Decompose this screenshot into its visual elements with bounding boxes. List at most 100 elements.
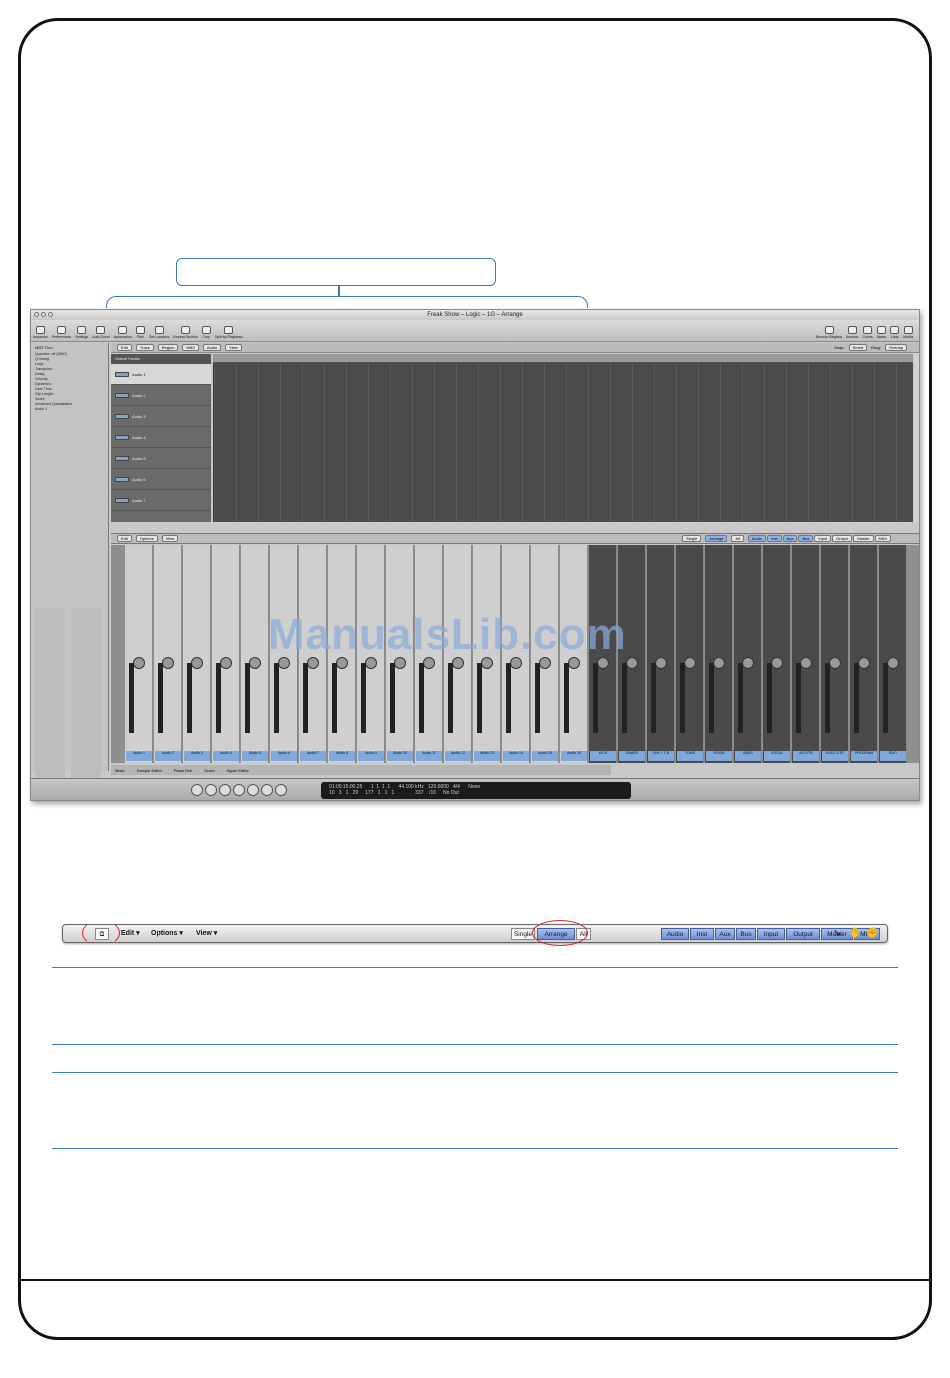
mixer-filter-button[interactable]: Master [853,535,874,542]
toolbar-button[interactable]: Flex [135,326,145,339]
volume-fader[interactable] [361,663,366,733]
pan-knob[interactable] [742,657,754,669]
track-header[interactable]: Audio 3 [111,406,211,427]
fast-forward-button[interactable] [219,784,231,796]
mixer-filter-button[interactable]: MIDI [874,535,891,542]
track-header[interactable]: Audio 4 [111,427,211,448]
pan-knob[interactable] [220,657,232,669]
menu-audio[interactable]: Audio [202,344,222,351]
menu-track[interactable]: Track [135,344,154,351]
channel-strip[interactable]: Audio 1 [125,545,153,763]
channel-strip[interactable]: BVO [879,545,907,763]
volume-fader[interactable] [593,663,598,733]
channel-strip[interactable]: Audio 3 [183,545,211,763]
grab-tool-icon[interactable]: ✊ [866,928,878,940]
channel-strip[interactable]: Audio 2 [154,545,182,763]
channel-strip[interactable]: ROOM [705,545,733,763]
view-single[interactable]: Single [682,535,702,542]
go-to-start-button[interactable] [191,784,203,796]
editor-tab[interactable]: Hyper Editor [227,768,249,773]
pan-knob[interactable] [191,657,203,669]
record-button[interactable] [275,784,287,796]
channel-strip[interactable]: BASS [734,545,762,763]
mixer-menu-view[interactable]: View [161,535,179,542]
mixer-filter-button[interactable]: Audio [747,535,767,542]
inspector-param[interactable]: Audio 1 [31,407,108,412]
track-header[interactable]: Audio 2 [111,385,211,406]
snap-select[interactable]: Smart [848,344,868,351]
menu-edit[interactable]: Edit [117,344,132,351]
vertical-scrollbar[interactable] [914,354,919,522]
channel-strip[interactable]: VOCAL [763,545,791,763]
mixer-filter-button[interactable]: Output [832,535,853,542]
zoom-filter-output[interactable]: Output [786,928,820,940]
volume-fader[interactable] [274,663,279,733]
channel-strip[interactable]: Audio 5 [241,545,269,763]
channel-strip[interactable]: OHL + T-B [647,545,675,763]
editor-tab[interactable]: Sample Editor [137,768,162,773]
volume-fader[interactable] [506,663,511,733]
toolbar-button[interactable]: Bounce Regions [816,326,842,339]
volume-fader[interactable] [303,663,308,733]
menu-midi[interactable]: MIDI [182,344,199,351]
toolbar-button[interactable]: Split by Playhead [215,326,243,339]
arrange-area[interactable] [213,354,913,522]
toolbar-button[interactable]: Lists [890,326,900,339]
toolbar-button[interactable]: Media [903,326,913,339]
toolbar-button[interactable]: Inspector [33,326,48,339]
pan-knob[interactable] [771,657,783,669]
mixer-filter-button[interactable]: Input [814,535,832,542]
zoom-filter-bus[interactable]: Bus [736,928,756,940]
volume-fader[interactable] [535,663,540,733]
play-button[interactable] [247,784,259,796]
toolbar-button[interactable]: Bounce [846,326,858,339]
toolbar-button[interactable]: Automation [114,326,132,339]
mixer-menu-edit[interactable]: Edit [117,535,132,542]
hand-tool-icon[interactable]: ✋ [849,928,861,940]
volume-fader[interactable] [651,663,656,733]
stop-button[interactable] [233,784,245,796]
volume-fader[interactable] [825,663,830,733]
track-header[interactable]: Audio 5 [111,448,211,469]
pan-knob[interactable] [684,657,696,669]
track-header[interactable]: Audio 7 [111,490,211,511]
volume-fader[interactable] [854,663,859,733]
volume-fader[interactable] [448,663,453,733]
volume-fader[interactable] [390,663,395,733]
inspector-channel-strip[interactable]: Audio 1 [35,608,65,798]
volume-fader[interactable] [767,663,772,733]
volume-fader[interactable] [680,663,685,733]
global-tracks-toggle[interactable]: Global Tracks [111,354,211,364]
track-header[interactable]: Audio 1 [111,364,211,385]
track-header[interactable]: Audio 6 [111,469,211,490]
volume-fader[interactable] [187,663,192,733]
zoom-filter-audio[interactable]: Audio [661,928,689,940]
mixer-filter-button[interactable]: Aux [782,535,798,542]
pan-knob[interactable] [858,657,870,669]
volume-fader[interactable] [158,663,163,733]
volume-fader[interactable] [796,663,801,733]
volume-fader[interactable] [129,663,134,733]
zoom-menu-edit[interactable]: Edit ▾ [121,928,140,940]
pan-knob[interactable] [887,657,899,669]
volume-fader[interactable] [883,663,888,733]
editor-tab[interactable]: Mixer [115,768,125,773]
toolbar-button[interactable]: Preferences [52,326,71,339]
pan-knob[interactable] [713,657,725,669]
volume-fader[interactable] [216,663,221,733]
channel-strip[interactable]: PROGRAM [850,545,878,763]
volume-fader[interactable] [622,663,627,733]
pan-knob[interactable] [800,657,812,669]
toolbar-button[interactable]: Notes [877,326,886,339]
editor-tab[interactable]: Score [204,768,214,773]
zoom-filter-input[interactable]: Input [757,928,785,940]
volume-fader[interactable] [477,663,482,733]
volume-fader[interactable] [332,663,337,733]
pause-button[interactable] [261,784,273,796]
view-all[interactable]: All [731,535,744,542]
volume-fader[interactable] [709,663,714,733]
pan-knob[interactable] [829,657,841,669]
zoom-filter-aux[interactable]: Aux [715,928,735,940]
menu-view[interactable]: View [225,344,242,351]
pan-knob[interactable] [626,657,638,669]
